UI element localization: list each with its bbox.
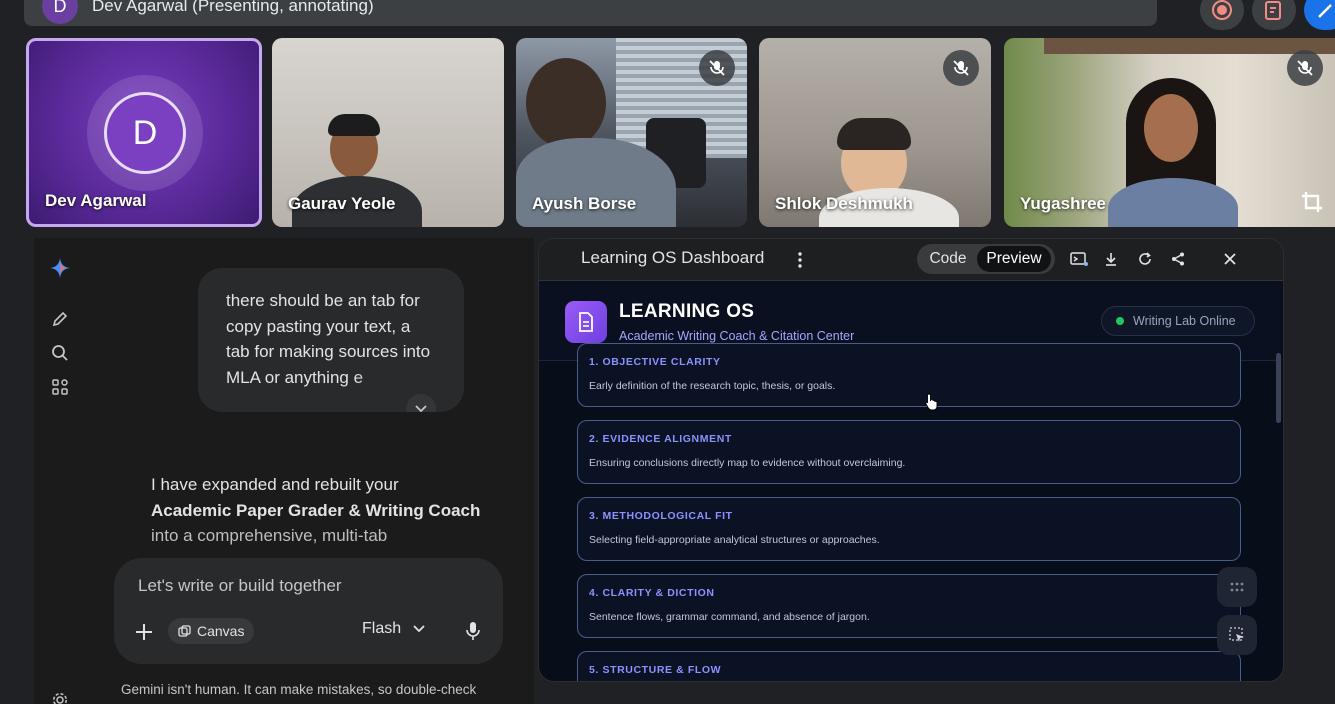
canvas-icon	[178, 624, 191, 637]
select-cursor-icon	[1229, 627, 1244, 642]
app-title: LEARNING OS	[619, 301, 755, 322]
criterion-title: 2. EVIDENCE ALIGNMENT	[589, 433, 732, 445]
criterion-description: Sentence flows, grammar command, and abs…	[589, 611, 870, 623]
mic-muted-indicator	[1287, 50, 1323, 86]
criterion-card[interactable]: 4. CLARITY & DICTION Sentence flows, gra…	[577, 574, 1241, 638]
criterion-description: Selecting field-appropriate analytical s…	[589, 534, 880, 546]
canvas-tool-chip[interactable]: Canvas	[168, 618, 255, 644]
settings-gear-icon[interactable]	[52, 692, 68, 704]
criterion-title: 3. METHODOLOGICAL FIT	[589, 510, 733, 522]
mic-off-icon	[709, 60, 725, 76]
criterion-description: Ensuring conclusions directly map to evi…	[589, 457, 906, 469]
scrollbar[interactable]	[1276, 353, 1281, 423]
avatar: D	[104, 92, 186, 174]
notes-button[interactable]	[1252, 0, 1296, 30]
close-icon[interactable]	[1220, 249, 1240, 269]
mouse-pointer-icon	[925, 393, 939, 416]
select-element-button[interactable]	[1217, 615, 1257, 655]
mic-off-icon	[1297, 60, 1313, 76]
presenting-bar: D Dev Agarwal (Presenting, annotating)	[24, 0, 1157, 26]
tab-code[interactable]: Code	[919, 246, 977, 272]
participant-name: Gaurav Yeole	[288, 194, 396, 213]
add-attachment-button[interactable]	[132, 620, 156, 644]
more-options-icon[interactable]	[795, 249, 805, 271]
meet-window: D Dev Agarwal (Presenting, annotating) D…	[0, 0, 1335, 704]
status-label: Writing Lab Online	[1133, 314, 1236, 328]
participant-name: Dev Agarwal	[45, 191, 147, 210]
presenting-label: Dev Agarwal (Presenting, annotating)	[92, 0, 374, 15]
gemini-chat-panel: there should be an tab for copy pasting …	[34, 238, 534, 704]
search-icon[interactable]	[50, 343, 70, 363]
participant-tile-ayush[interactable]: Ayush Borse	[516, 38, 747, 227]
prompt-composer[interactable]: Let's write or build together Canvas Fla…	[114, 558, 503, 664]
mic-off-icon	[953, 60, 969, 76]
prompt-input[interactable]: Let's write or build together	[138, 576, 342, 596]
canvas-title: Learning OS Dashboard	[581, 248, 765, 267]
criterion-title: 4. CLARITY & DICTION	[589, 587, 715, 599]
code-preview-toggle[interactable]: Code Preview	[917, 244, 1055, 274]
document-icon	[579, 312, 593, 332]
canvas-preview-window: Learning OS Dashboard Code Preview LEARN…	[538, 238, 1284, 682]
reply-text: I have expanded and rebuilt your	[151, 475, 399, 494]
learning-os-app: LEARNING OS Academic Writing Coach & Cit…	[539, 281, 1283, 681]
model-selector[interactable]: Flash	[362, 620, 425, 638]
criterion-card[interactable]: 2. EVIDENCE ALIGNMENT Ensuring conclusio…	[577, 420, 1241, 484]
expand-message-button[interactable]	[406, 394, 436, 412]
download-icon[interactable]	[1101, 249, 1121, 269]
criterion-title: 1. OBJECTIVE CLARITY	[589, 356, 721, 368]
participant-name: Ayush Borse	[532, 194, 637, 213]
status-badge: Writing Lab Online	[1101, 306, 1255, 336]
new-chat-icon[interactable]	[50, 309, 70, 329]
canvas-toolbar: Learning OS Dashboard Code Preview	[539, 239, 1283, 281]
disclaimer-text: Gemini isn't human. It can make mistakes…	[121, 682, 477, 697]
annotate-button[interactable]	[1304, 0, 1335, 30]
app-logo	[565, 301, 607, 343]
reply-text-continued: into a comprehensive, multi-tab	[151, 526, 388, 545]
participant-tile-dev[interactable]: D Dev Agarwal	[26, 38, 262, 227]
model-label: Flash	[362, 620, 402, 637]
presenter-avatar: D	[42, 0, 78, 24]
model-reply: I have expanded and rebuilt your Academi…	[151, 472, 481, 549]
participant-tile-yugashree[interactable]: Yugashree	[1004, 38, 1335, 227]
console-icon[interactable]	[1069, 249, 1089, 269]
criterion-description: Early definition of the research topic, …	[589, 380, 836, 392]
drag-dots-icon	[1230, 582, 1244, 592]
microphone-button[interactable]	[460, 618, 486, 644]
participant-tile-gaurav[interactable]: Gaurav Yeole	[272, 38, 504, 227]
chevron-down-icon	[415, 405, 427, 412]
gemini-sparkle-icon[interactable]	[50, 258, 70, 278]
participant-name: Yugashree	[1020, 194, 1106, 213]
canvas-chip-label: Canvas	[197, 623, 245, 639]
chevron-down-icon	[413, 625, 425, 633]
crop-icon[interactable]	[1297, 187, 1327, 217]
plus-icon	[136, 624, 152, 640]
participant-tile-shlok[interactable]: Shlok Deshmukh	[759, 38, 991, 227]
refresh-icon[interactable]	[1135, 249, 1155, 269]
record-button[interactable]	[1200, 0, 1244, 30]
user-message-bubble: there should be an tab for copy pasting …	[198, 268, 464, 412]
truncate-fade	[354, 364, 434, 392]
apps-grid-icon[interactable]	[50, 377, 70, 397]
tab-preview[interactable]: Preview	[977, 246, 1051, 272]
reply-bold-text: Academic Paper Grader & Writing Coach	[151, 500, 481, 520]
notes-icon	[1265, 1, 1281, 20]
mic-muted-indicator	[943, 50, 979, 86]
mic-icon	[466, 622, 480, 640]
status-dot-icon	[1116, 317, 1124, 325]
drag-handle-button[interactable]	[1217, 567, 1257, 607]
record-icon	[1212, 0, 1232, 20]
pen-icon	[1318, 4, 1332, 18]
participant-name: Shlok Deshmukh	[775, 194, 913, 213]
app-subtitle: Academic Writing Coach & Citation Center	[619, 329, 855, 343]
criterion-title: 5. STRUCTURE & FLOW	[589, 664, 722, 676]
mic-muted-indicator	[699, 50, 735, 86]
criterion-card[interactable]: 1. OBJECTIVE CLARITY Early definition of…	[577, 343, 1241, 407]
criterion-card[interactable]: 3. METHODOLOGICAL FIT Selecting field-ap…	[577, 497, 1241, 561]
share-icon[interactable]	[1168, 249, 1188, 269]
criterion-card[interactable]: 5. STRUCTURE & FLOW	[577, 651, 1241, 681]
